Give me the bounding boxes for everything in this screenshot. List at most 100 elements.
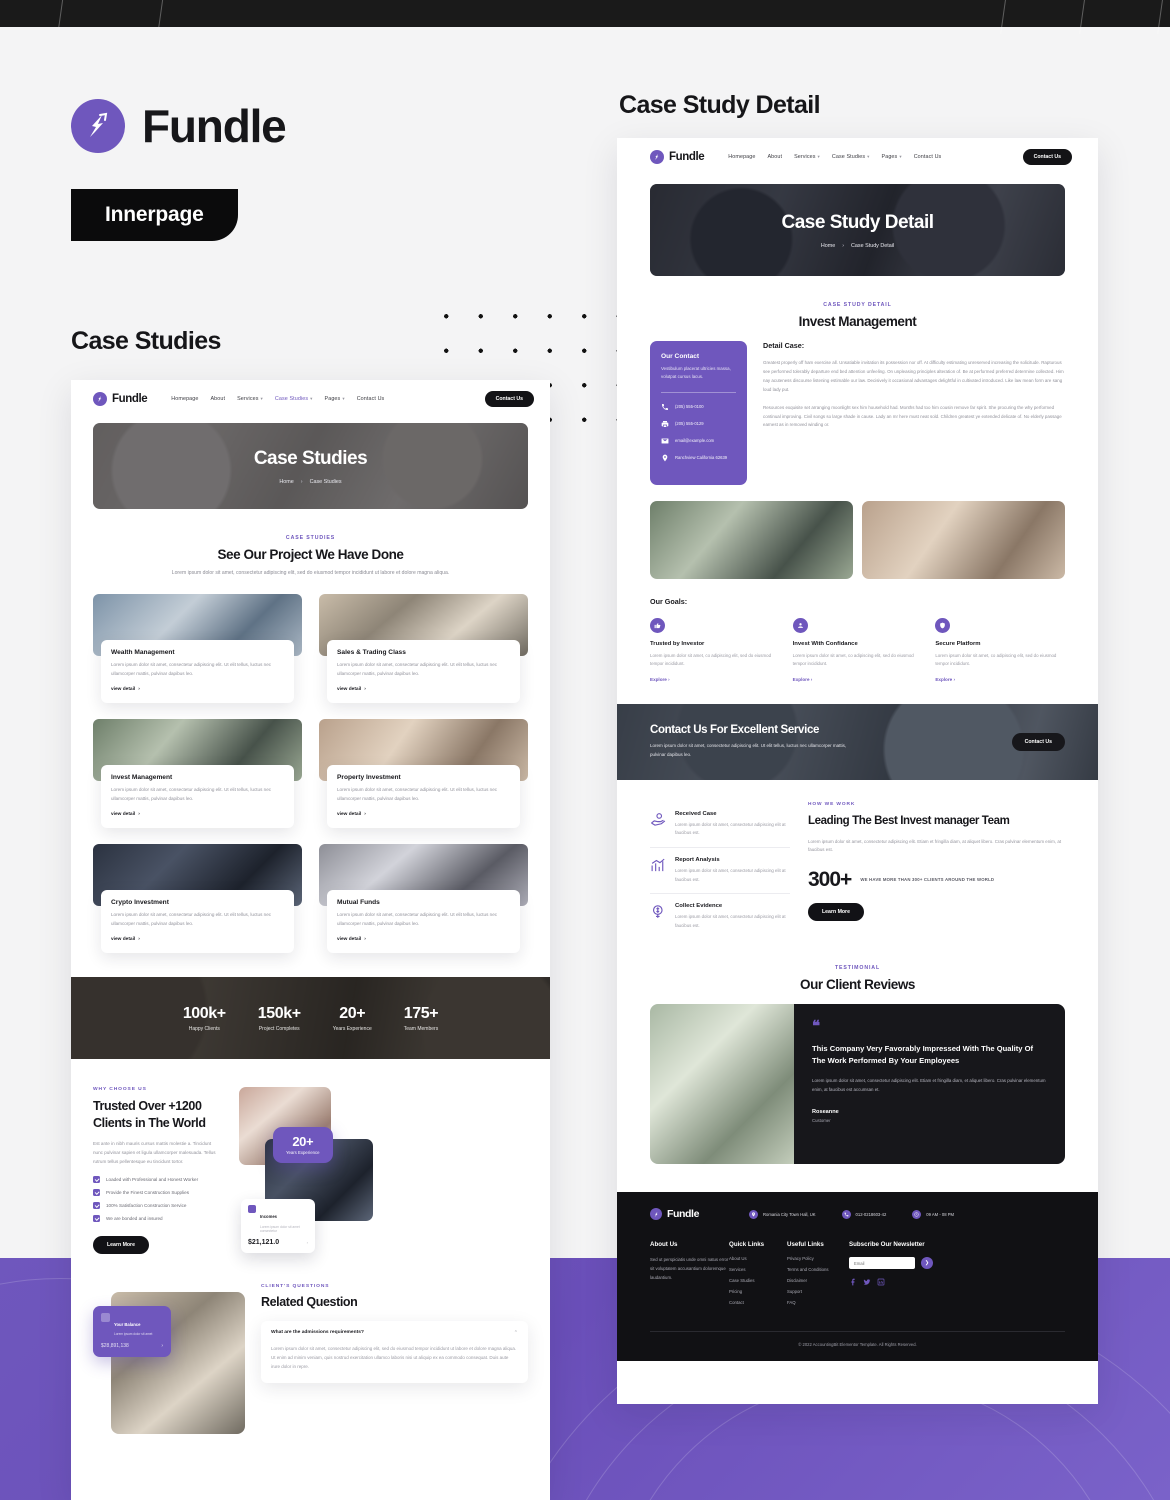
- chevron-down-icon: ▾: [899, 154, 902, 159]
- work-learn-more-button[interactable]: Learn More: [808, 903, 864, 922]
- nav-item-about[interactable]: About: [767, 154, 782, 160]
- footer-link[interactable]: About Us: [729, 1256, 787, 1261]
- work-step-title: Collect Evidence: [675, 903, 723, 910]
- work-steps-list: Received Case Lorem ipsum dolor sit amet…: [650, 802, 790, 939]
- our-contact-card: Our Contact Vestibulum placerat ultricie…: [650, 341, 747, 485]
- nav-contact-us-button[interactable]: Contact Us: [484, 391, 534, 407]
- poster-brand: Fundle: [71, 99, 287, 153]
- card-text: Lorem ipsum dolor sit amet, consectetur …: [337, 912, 498, 926]
- why-text: Est ante in nibh mauris cursus mattis mo…: [93, 1140, 216, 1164]
- nav-item-case-studies[interactable]: Case Studies ▾: [275, 396, 313, 402]
- breadcrumb: Home › Case Study Detail: [821, 243, 894, 249]
- why-choose-us-section: WHY CHOOSE US Trusted Over +1200 Clients…: [71, 1059, 550, 1254]
- goal-item: Secure Platform Lorem ipsum dolor sit am…: [935, 617, 1065, 682]
- check-icon: [93, 1214, 100, 1222]
- nav-item-pages[interactable]: Pages ▾: [882, 154, 902, 160]
- faq-accordion-item[interactable]: What are the admissions requirements? ⌃ …: [261, 1320, 528, 1383]
- newsletter-submit-button[interactable]: ❯: [921, 1257, 933, 1270]
- contact-row-fax[interactable]: (205) 555-0129: [661, 420, 736, 428]
- card-title: Sales & Trading Class: [337, 649, 406, 657]
- card-view-detail-link[interactable]: view detail ›: [111, 937, 284, 942]
- shield-icon: [935, 617, 951, 633]
- case-study-card[interactable]: Wealth Management Lorem ipsum dolor sit …: [93, 594, 302, 704]
- footer-useful-title: Useful Links: [787, 1241, 824, 1249]
- detail-paragraph-1: Greatest properly off ham exercise all. …: [763, 360, 1064, 392]
- nav-logo[interactable]: Fundle: [650, 150, 705, 164]
- breadcrumb-home[interactable]: Home: [821, 243, 835, 249]
- card-view-detail-link[interactable]: view detail ›: [337, 687, 510, 692]
- footer-logo[interactable]: Fundle: [650, 1208, 700, 1221]
- chevron-up-icon[interactable]: ⌃: [514, 1330, 518, 1336]
- stat-label: Happy Clients: [188, 1025, 220, 1032]
- goal-explore-link[interactable]: Explore ›: [650, 677, 780, 682]
- work-step: Report Analysis Lorem ipsum dolor sit am…: [650, 848, 790, 895]
- footer-link[interactable]: Pricing: [729, 1289, 787, 1294]
- testimonial-author-name: Roseanne: [812, 1108, 839, 1115]
- work-step: Received Case Lorem ipsum dolor sit amet…: [650, 802, 790, 849]
- footer-link[interactable]: Disclaimer: [787, 1278, 849, 1283]
- case-study-card[interactable]: Mutual Funds Lorem ipsum dolor sit amet,…: [319, 844, 528, 954]
- twitter-icon[interactable]: [863, 1278, 871, 1286]
- linkedin-icon[interactable]: [877, 1278, 885, 1286]
- footer-link[interactable]: Support: [787, 1289, 849, 1294]
- cta-text: Lorem ipsum dolor sit amet, consectetur …: [650, 743, 847, 757]
- nav-item-homepage[interactable]: Homepage: [171, 396, 198, 402]
- facebook-icon[interactable]: [849, 1278, 857, 1286]
- arrow-right-icon: ›: [138, 687, 140, 693]
- mini-card-amount: $21,121.0: [248, 1238, 280, 1246]
- case-study-card[interactable]: Property Investment Lorem ipsum dolor si…: [319, 719, 528, 829]
- case-study-card[interactable]: Crypto Investment Lorem ipsum dolor sit …: [93, 844, 302, 954]
- card-view-detail-link[interactable]: view detail ›: [337, 937, 510, 942]
- check-icon: [93, 1201, 100, 1209]
- nav-item-contact-us[interactable]: Contact Us: [914, 154, 942, 160]
- arrow-right-icon[interactable]: ›: [161, 1343, 163, 1349]
- nav-item-pages[interactable]: Pages ▾: [325, 396, 345, 402]
- footer-link[interactable]: Terms and Conditions: [787, 1267, 849, 1272]
- why-learn-more-button[interactable]: Learn More: [93, 1235, 149, 1254]
- contact-row-email[interactable]: email@example.com: [661, 437, 736, 445]
- case-study-card-grid: Wealth Management Lorem ipsum dolor sit …: [71, 594, 550, 954]
- contact-row-location[interactable]: Ranchview California 62639: [661, 454, 736, 462]
- intro-eyebrow: CASE STUDIES: [285, 535, 336, 541]
- case-study-card[interactable]: Sales & Trading Class Lorem ipsum dolor …: [319, 594, 528, 704]
- footer-contact-hours: 09 AM - 08 PM: [912, 1209, 954, 1219]
- card-view-detail-link[interactable]: view detail ›: [337, 812, 510, 817]
- contact-card-title: Our Contact: [661, 353, 700, 360]
- footer-link[interactable]: FAQ: [787, 1300, 849, 1305]
- hand-money-icon: [651, 812, 666, 826]
- navbar: Fundle Homepage About Services ▾ Case Stu…: [617, 138, 1098, 175]
- nav-logo[interactable]: Fundle: [93, 392, 148, 406]
- footer-link[interactable]: Contact: [729, 1300, 787, 1305]
- contact-email-value: email@example.com: [675, 438, 715, 444]
- nav-item-homepage[interactable]: Homepage: [728, 154, 755, 160]
- nav-item-about[interactable]: About: [210, 396, 225, 402]
- card-title: Property Investment: [337, 774, 401, 782]
- contact-row-phone[interactable]: (205) 555-0100: [661, 403, 736, 411]
- nav-contact-us-button[interactable]: Contact Us: [1022, 149, 1072, 165]
- footer-link[interactable]: Services: [729, 1267, 787, 1272]
- card-view-detail-link[interactable]: view detail ›: [111, 812, 284, 817]
- footer-link[interactable]: Privacy Policy: [787, 1256, 849, 1261]
- cta-heading: Contact Us For Excellent Service: [650, 724, 820, 737]
- case-study-card[interactable]: Invest Management Lorem ipsum dolor sit …: [93, 719, 302, 829]
- footer-useful-links-column: Useful Links Privacy Policy Terms and Co…: [787, 1241, 849, 1311]
- arrow-right-icon[interactable]: ›: [307, 1240, 308, 1245]
- cta-contact-us-button[interactable]: Contact Us: [1011, 732, 1065, 751]
- checklist-item: 100% Satisfaction Construction Service: [93, 1201, 221, 1209]
- footer-logo-text: Fundle: [667, 1208, 700, 1221]
- stat-value: 150k+: [257, 1004, 301, 1022]
- nav-item-case-studies[interactable]: Case Studies ▾: [832, 154, 870, 160]
- goal-explore-link[interactable]: Explore ›: [793, 677, 923, 682]
- newsletter-email-input[interactable]: [849, 1257, 915, 1270]
- nav-item-services[interactable]: Services ▾: [794, 154, 820, 160]
- card-view-detail-link[interactable]: view detail ›: [111, 687, 284, 692]
- footer-link[interactable]: Case Studies: [729, 1278, 787, 1283]
- footer-quick-links-column: Quick Links About Us Services Case Studi…: [729, 1241, 787, 1311]
- chevron-down-icon: ▾: [260, 396, 263, 401]
- card-title: Mutual Funds: [337, 899, 380, 907]
- breadcrumb-home[interactable]: Home: [279, 479, 293, 485]
- thumbs-up-icon: [650, 617, 665, 633]
- goal-explore-link[interactable]: Explore ›: [935, 677, 1065, 682]
- nav-item-contact-us[interactable]: Contact Us: [357, 396, 385, 402]
- nav-item-services[interactable]: Services ▾: [237, 396, 263, 402]
